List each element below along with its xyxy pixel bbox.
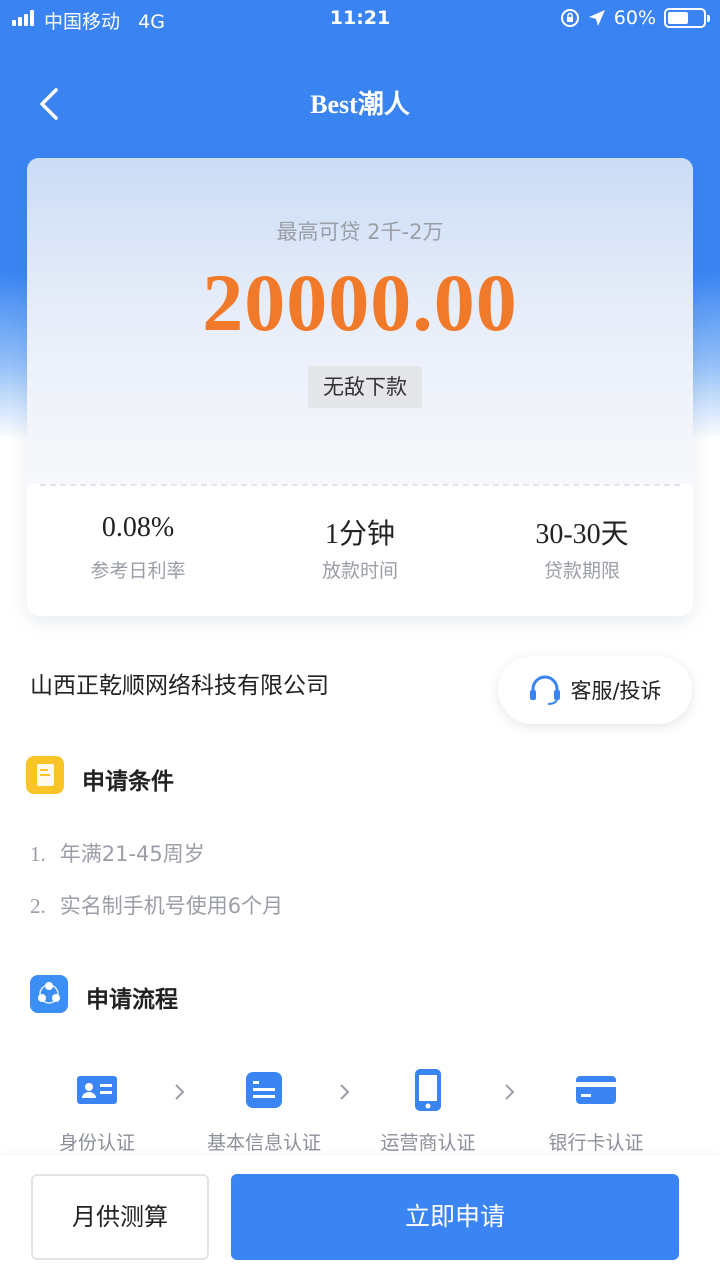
battery-icon: [664, 8, 710, 28]
rotation-lock-icon: [560, 9, 579, 27]
step-bank-card: 银行卡认证: [521, 1068, 671, 1155]
chevron-right-icon: [340, 1084, 350, 1100]
stat-label: 放款时间: [321, 560, 398, 582]
step-label: 身份认证: [58, 1132, 135, 1154]
bottom-action-bar: 月供测算 立即申请: [0, 1156, 720, 1280]
condition-item: 1. 年满21-45周岁: [30, 842, 205, 866]
step-basic-info: 基本信息认证: [189, 1068, 339, 1155]
headset-icon: [530, 675, 561, 705]
company-name: 山西正乾顺网络科技有限公司: [30, 673, 329, 699]
stat-label: 参考日利率: [90, 560, 186, 582]
stat-value: 30-30天: [535, 519, 629, 550]
stat-payout-time: 1分钟 放款时间: [249, 512, 471, 583]
step-carrier: 运营商认证: [353, 1068, 503, 1155]
step-identity: 身份认证: [22, 1068, 172, 1155]
phone-icon: [406, 1068, 450, 1112]
info-list-icon: [242, 1068, 286, 1112]
step-label: 运营商认证: [380, 1132, 476, 1154]
step-label: 基本信息认证: [206, 1132, 321, 1154]
stat-daily-rate: 0.08% 参考日利率: [27, 512, 249, 583]
conditions-icon: [26, 756, 64, 794]
flow-icon: [38, 982, 60, 1004]
chevron-right-icon: [175, 1084, 185, 1100]
stat-loan-term: 30-30天 贷款期限: [471, 512, 693, 583]
loan-amount: 20000.00: [202, 257, 518, 348]
service-complaint-button[interactable]: 客服/投诉: [498, 656, 692, 724]
stat-value: 0.08%: [101, 512, 175, 543]
chevron-right-icon: [505, 1084, 515, 1100]
note-icon: [37, 764, 54, 786]
stat-label: 贷款期限: [543, 560, 620, 582]
loan-card: 最高可贷 2千-2万 20000.00 无敌下款 0.08% 参考日利率 1分钟…: [27, 158, 693, 616]
process-icon: [30, 975, 68, 1013]
monthly-payment-calc-button[interactable]: 月供测算: [31, 1174, 209, 1260]
bank-card-icon: [574, 1068, 618, 1112]
loan-range-text: 最高可贷 2千-2万: [276, 220, 444, 244]
condition-item: 2. 实名制手机号使用6个月: [30, 894, 284, 918]
status-bar: 中国移动 4G 11:21 60%: [0, 0, 720, 38]
service-label: 客服/投诉: [570, 679, 662, 703]
stat-value: 1分钟: [324, 519, 395, 550]
status-right: 60%: [560, 6, 710, 30]
dashed-divider: [40, 484, 680, 486]
apply-now-button[interactable]: 立即申请: [231, 1174, 679, 1260]
step-label: 银行卡认证: [548, 1132, 644, 1154]
battery-level: [668, 12, 689, 24]
process-title: 申请流程: [86, 987, 178, 1013]
page-title: Best潮人: [310, 90, 410, 119]
location-arrow-icon: [588, 10, 605, 26]
battery-percent: 60%: [613, 7, 656, 29]
id-card-icon: [75, 1068, 119, 1112]
loan-tag: 无敌下款: [308, 366, 422, 408]
conditions-title: 申请条件: [82, 769, 174, 795]
